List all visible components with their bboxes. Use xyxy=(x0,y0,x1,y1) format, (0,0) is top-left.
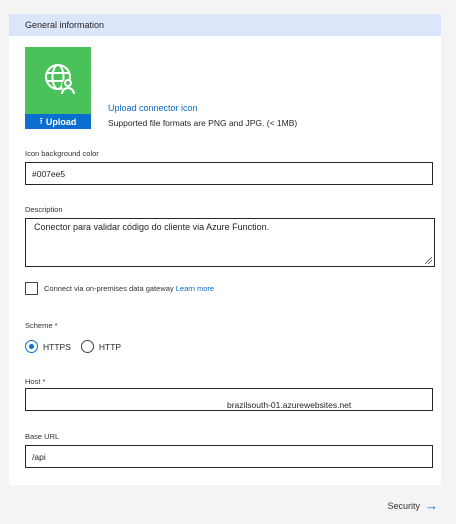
upload-button[interactable]: ⭱ Upload xyxy=(25,114,91,129)
section-title: General information xyxy=(25,20,105,30)
description-value: Conector para validar código do cliente … xyxy=(34,222,270,232)
description-label: Description xyxy=(25,205,63,214)
gateway-checkbox[interactable] xyxy=(25,282,38,295)
base-url-input[interactable]: /api xyxy=(25,445,433,468)
security-next-button[interactable]: Security → xyxy=(387,498,438,513)
gateway-label-text: Connect via on-premises data gateway xyxy=(44,284,174,293)
resize-grip-icon[interactable] xyxy=(425,257,432,264)
description-textarea[interactable]: Conector para validar código do cliente … xyxy=(25,218,435,267)
learn-more-link[interactable]: Learn more xyxy=(176,284,214,293)
radio-selected-indicator xyxy=(25,340,38,353)
icon-background-value: #007ee5 xyxy=(32,168,66,179)
upload-button-label: Upload xyxy=(45,116,77,127)
security-next-label: Security xyxy=(387,500,420,511)
upload-format-hint: Supported file formats are PNG and JPG. … xyxy=(108,118,298,128)
section-header: General information xyxy=(9,14,441,36)
host-value: brazilsouth-01.azurewebsites.net xyxy=(227,400,352,410)
globe-user-icon xyxy=(45,64,75,95)
connector-icon-preview: ⭱ Upload xyxy=(25,47,91,129)
radio-indicator xyxy=(80,340,94,353)
arrow-right-icon: → xyxy=(425,498,438,513)
scheme-label: Scheme * xyxy=(25,321,58,330)
base-url-label: Base URL xyxy=(25,432,60,441)
scheme-http-label: HTTP xyxy=(98,341,122,352)
host-label: Host * xyxy=(25,377,46,386)
base-url-value: /api xyxy=(32,451,46,462)
icon-background-label: Icon background color xyxy=(25,149,99,158)
upload-connector-icon-link[interactable]: Upload connector icon xyxy=(108,103,198,113)
scheme-https-radio[interactable]: HTTPS xyxy=(25,340,71,353)
icon-background-input[interactable]: #007ee5 xyxy=(25,162,433,185)
general-information-panel: General information ⭱ Upload Upload conn… xyxy=(9,14,441,485)
scheme-https-label: HTTPS xyxy=(43,341,71,352)
gateway-checkbox-label: Connect via on-premises data gateway Lea… xyxy=(44,284,214,293)
upload-arrow-icon: ⭱ xyxy=(39,115,43,126)
scheme-radio-group: HTTPS HTTP xyxy=(25,340,131,353)
scheme-http-radio[interactable]: HTTP xyxy=(80,340,122,353)
